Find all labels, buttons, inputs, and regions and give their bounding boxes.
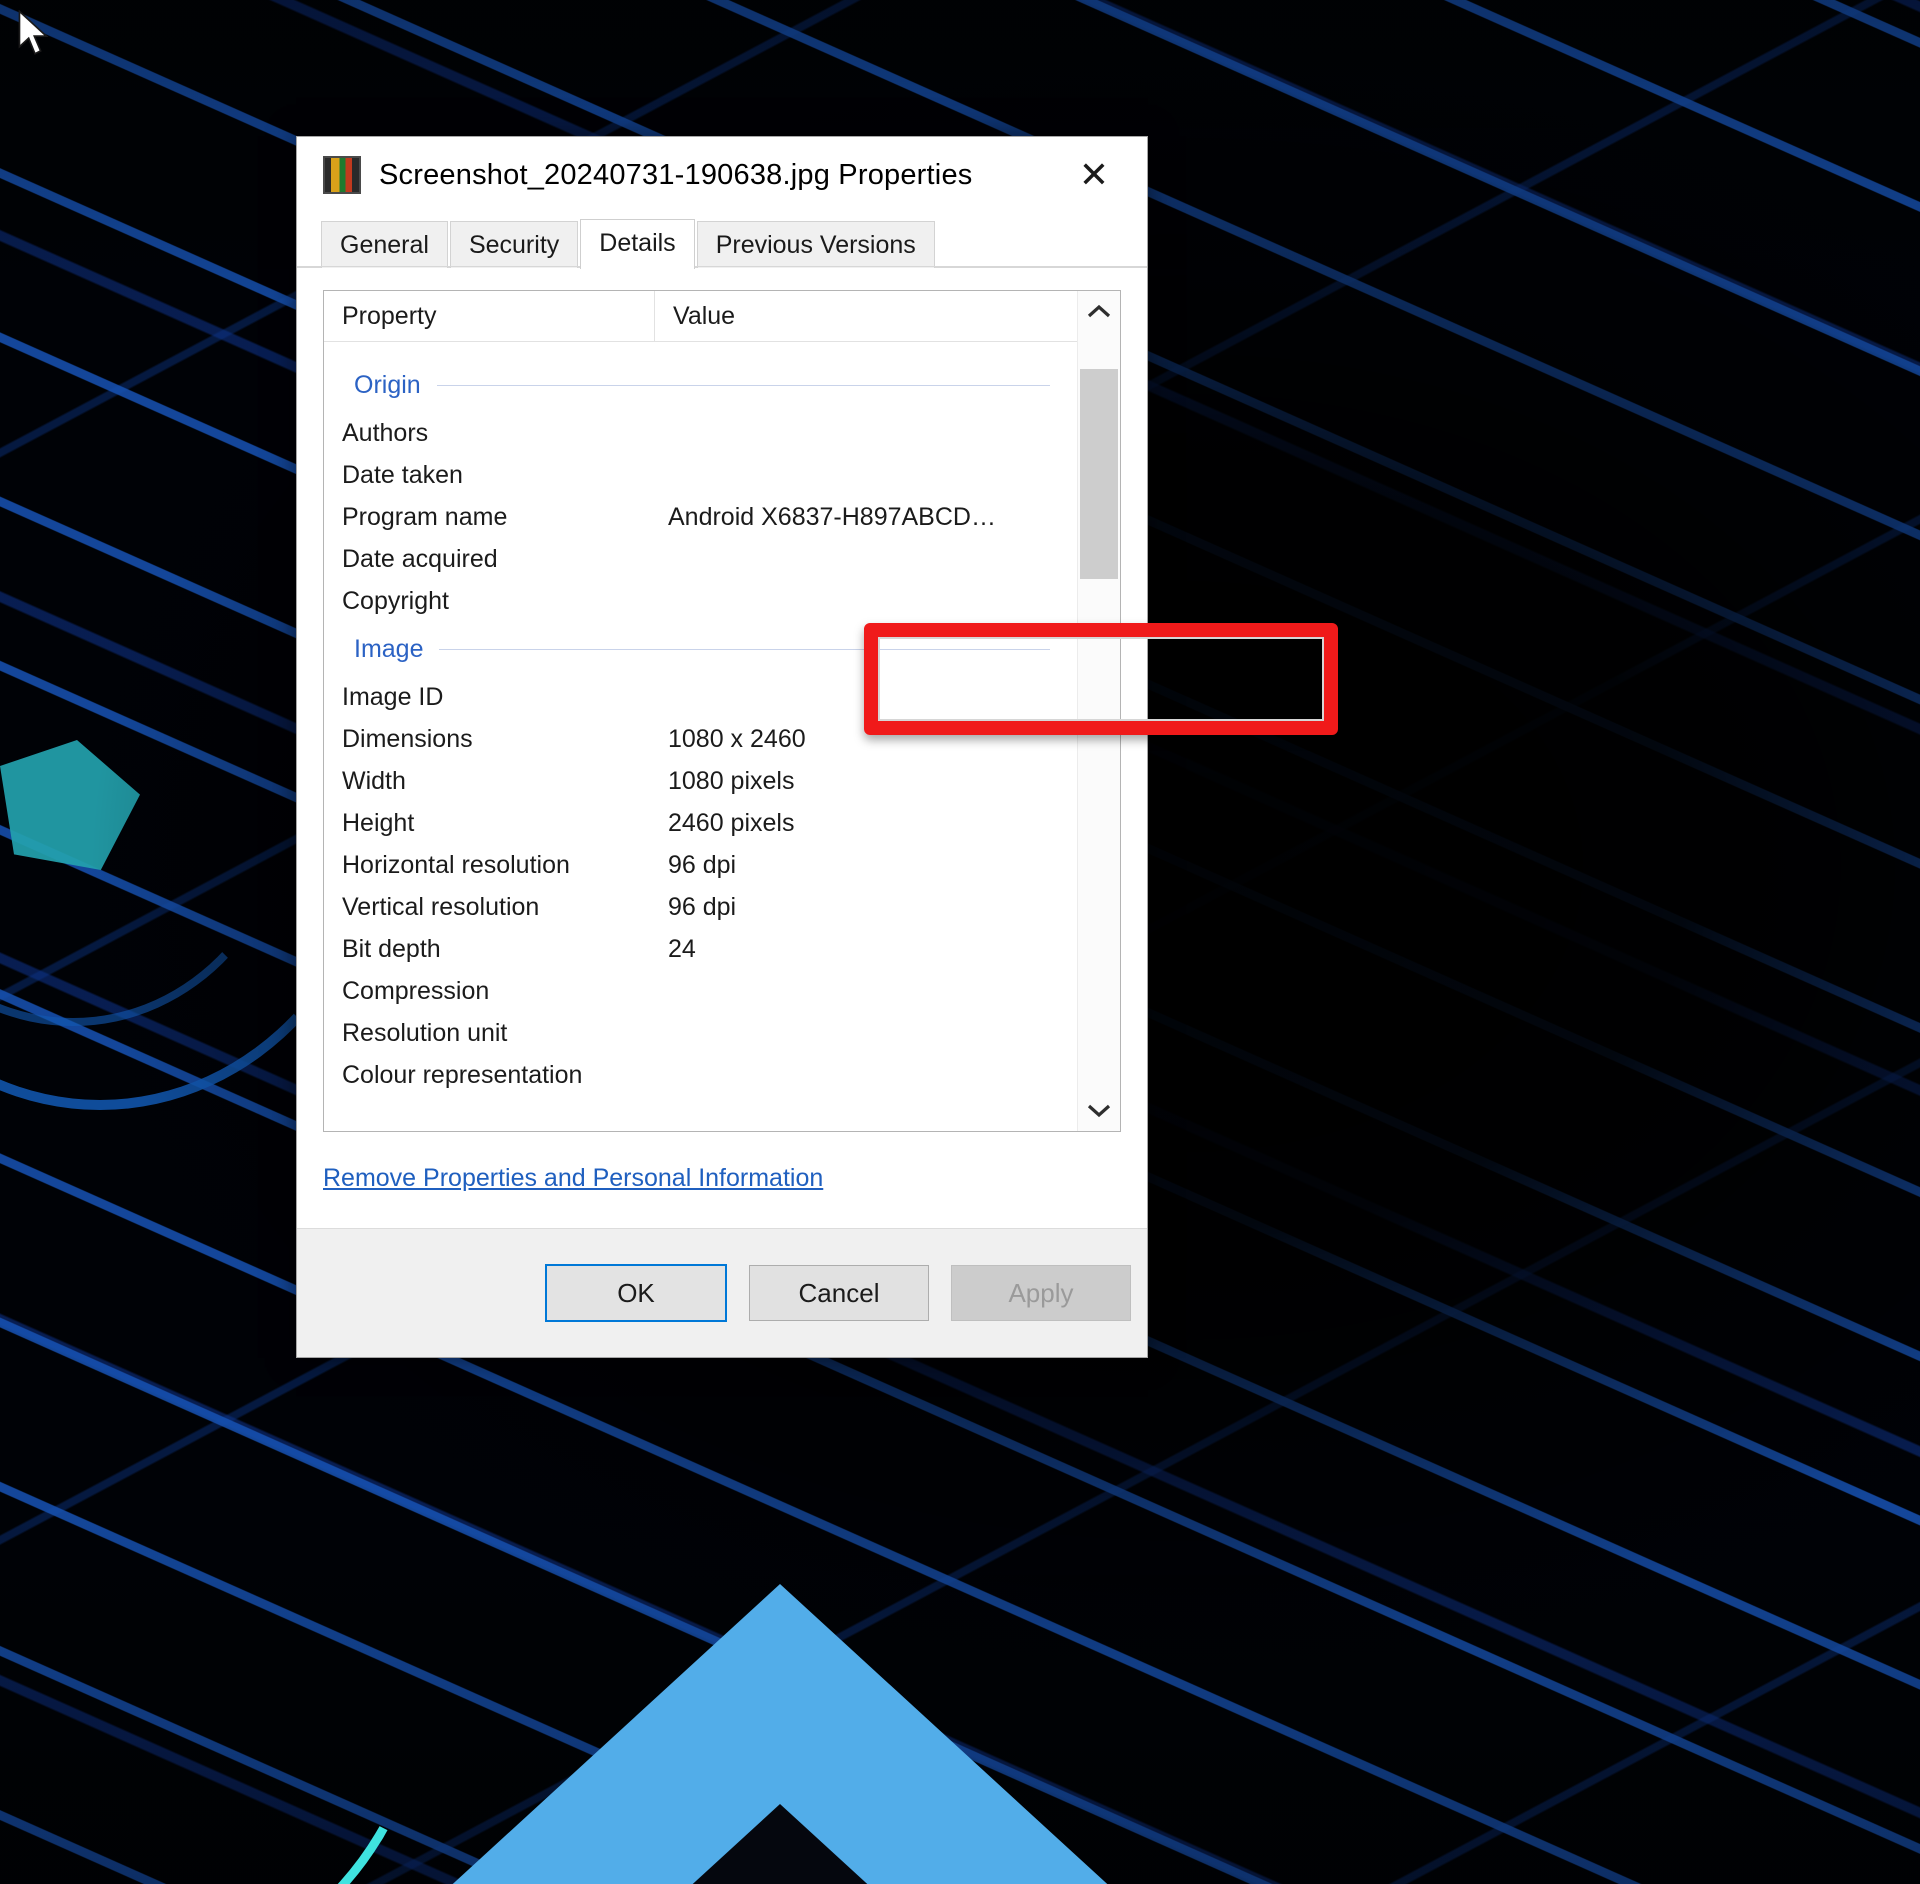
property-name: Width [342,766,406,795]
property-value: 24 [668,934,696,963]
scrollbar-track[interactable] [1078,333,1120,1089]
scrollbar-thumb[interactable] [1080,369,1118,579]
table-row[interactable]: Copyright [324,580,1076,622]
group-label: Origin [354,370,421,399]
property-name: Compression [342,976,490,1005]
wallpaper-chevron-inner [420,1804,1140,1884]
property-name: Bit depth [342,934,441,963]
vertical-scrollbar[interactable] [1077,291,1120,1131]
group-label: Image [354,634,424,663]
tab-security[interactable]: Security [449,221,579,268]
table-row[interactable]: Bit depth 24 [324,928,1076,970]
properties-dialog: Screenshot_20240731-190638.jpg Propertie… [296,136,1338,1358]
property-name: Date taken [342,460,463,489]
table-row-program-name[interactable]: Program name Android X6837-H897ABCD… [324,496,1076,538]
property-name: Image ID [342,682,444,711]
group-divider [439,648,1050,650]
tab-bar: General Security Details Previous Versio… [297,213,1147,269]
property-list[interactable]: Property Value Comments Origin [323,290,1121,1132]
property-name: Authors [342,418,429,447]
tab-general[interactable]: General [321,221,448,268]
table-row[interactable]: Height 2460 pixels [324,802,1076,844]
image-file-icon [323,156,361,194]
property-name: Resolution unit [342,1018,508,1047]
property-name: Horizontal resolution [342,850,570,879]
property-name: Colour representation [342,1060,583,1089]
tab-details[interactable]: Details [580,219,695,269]
table-row[interactable]: Horizontal resolution 96 dpi [324,844,1076,886]
table-row[interactable]: Authors [324,412,1076,454]
property-value: 2460 pixels [668,808,795,837]
group-header-image: Image [324,622,1076,676]
property-name: Program name [342,502,508,531]
property-name: Date acquired [342,544,498,573]
table-row[interactable]: Colour representation [324,1054,1076,1096]
scroll-up-icon[interactable] [1078,291,1120,333]
table-row[interactable]: Compression [324,970,1076,1012]
property-list-header: Property Value [324,291,1120,342]
property-name: Height [342,808,415,837]
table-row[interactable]: Date acquired [324,538,1076,580]
scroll-down-icon[interactable] [1078,1089,1120,1131]
tab-underline [297,266,1147,267]
column-header-value[interactable]: Value [654,291,1120,341]
property-value: 96 dpi [668,892,737,921]
dialog-button-bar: OK Cancel Apply [297,1228,1147,1357]
property-name: Dimensions [342,724,473,753]
desktop: Screenshot_20240731-190638.jpg Propertie… [0,0,1920,1884]
group-header-origin: Origin [324,358,1076,412]
table-row[interactable]: Comments [324,342,1076,358]
tab-previous-versions[interactable]: Previous Versions [696,221,935,268]
property-value-program-name[interactable]: Android X6837-H897ABCD… [654,503,1076,532]
table-row[interactable]: Date taken [324,454,1076,496]
dialog-titlebar: Screenshot_20240731-190638.jpg Propertie… [297,137,1147,213]
table-row[interactable]: Width 1080 pixels [324,760,1076,802]
property-value: 96 dpi [668,850,737,879]
property-value: 1080 pixels [668,766,795,795]
property-name: Comments [324,342,654,349]
property-name: Vertical resolution [342,892,540,921]
close-icon[interactable]: ✕ [1055,147,1133,203]
table-row[interactable]: Image ID [324,676,1076,718]
table-row[interactable]: Dimensions 1080 x 2460 [324,718,1076,760]
property-value: 1080 x 2460 [668,724,806,753]
remove-properties-link[interactable]: Remove Properties and Personal Informati… [323,1164,823,1193]
property-list-body: Comments Origin Authors Date taken [324,342,1120,1131]
group-divider [436,384,1050,386]
details-tab-page: Property Value Comments Origin [297,267,1147,1228]
dialog-title: Screenshot_20240731-190638.jpg Propertie… [379,158,973,191]
table-row[interactable]: Vertical resolution 96 dpi [324,886,1076,928]
ok-button[interactable]: OK [545,1264,727,1322]
table-row[interactable]: Resolution unit [324,1012,1076,1054]
apply-button: Apply [951,1265,1131,1321]
cancel-button[interactable]: Cancel [749,1265,929,1321]
property-name: Copyright [342,586,449,615]
mouse-cursor-icon [18,10,49,55]
column-header-property[interactable]: Property [324,291,654,341]
